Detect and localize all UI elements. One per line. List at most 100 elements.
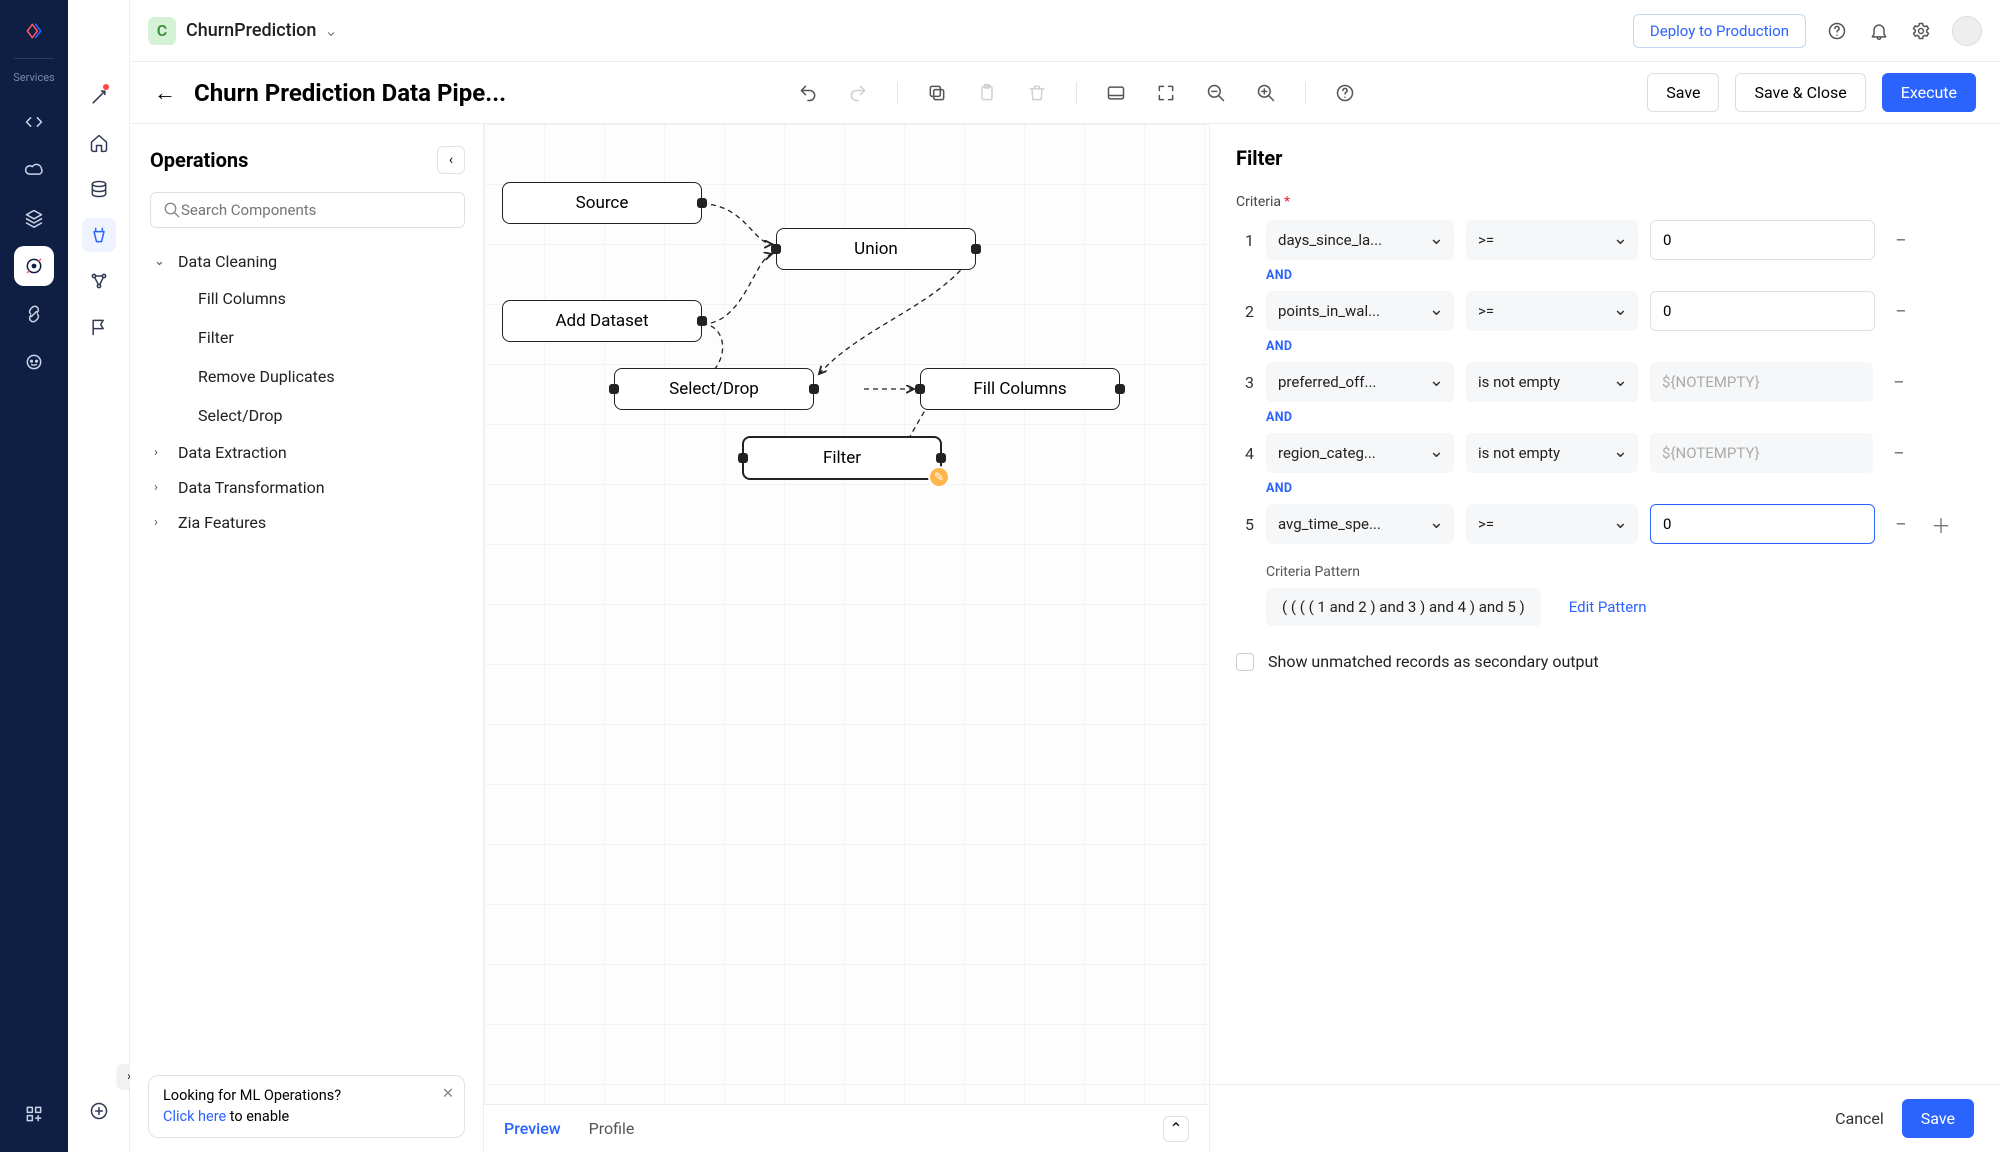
rail-layers-icon[interactable]	[14, 198, 54, 238]
module-home-icon[interactable]	[82, 126, 116, 160]
user-avatar[interactable]	[1952, 16, 1982, 46]
main: C ChurnPrediction ⌄ Deploy to Production…	[130, 0, 2000, 1152]
rail-code-icon[interactable]	[14, 102, 54, 142]
column-select[interactable]: preferred_off...	[1266, 362, 1454, 402]
tree-leaf-fill-columns[interactable]: Fill Columns	[150, 279, 465, 318]
rail-ai-icon[interactable]	[14, 246, 54, 286]
criteria-label: Criteria*	[1236, 194, 1974, 210]
deploy-button[interactable]: Deploy to Production	[1633, 14, 1806, 48]
node-union[interactable]: Union	[776, 228, 976, 270]
operations-title: Operations	[150, 148, 248, 172]
criteria-row-2: 2 points_in_wal... >= −	[1236, 291, 1974, 331]
node-select-drop[interactable]: Select/Drop	[614, 368, 814, 410]
rail-bot-icon[interactable]	[14, 342, 54, 382]
undo-icon[interactable]	[795, 80, 821, 106]
services-label: Services	[13, 71, 54, 84]
filter-save-button[interactable]: Save	[1902, 1099, 1974, 1138]
paste-icon[interactable]	[974, 80, 1000, 106]
value-input[interactable]	[1650, 504, 1875, 544]
remove-row-button[interactable]: −	[1885, 439, 1913, 467]
remove-row-button[interactable]: −	[1887, 510, 1915, 538]
module-add-button[interactable]	[82, 1094, 116, 1128]
execute-button[interactable]: Execute	[1882, 73, 1976, 112]
project-name[interactable]: ChurnPrediction	[186, 20, 316, 41]
module-graph-icon[interactable]	[82, 264, 116, 298]
tree-leaf-select-drop[interactable]: Select/Drop	[150, 396, 465, 435]
remove-row-button[interactable]: −	[1887, 226, 1915, 254]
chevron-right-icon: ›	[154, 480, 168, 495]
and-label: AND	[1266, 268, 1974, 283]
bell-icon[interactable]	[1868, 20, 1890, 42]
tab-preview[interactable]: Preview	[504, 1119, 561, 1138]
column-select[interactable]: points_in_wal...	[1266, 291, 1454, 331]
cancel-button[interactable]: Cancel	[1835, 1109, 1884, 1128]
toolbar-help-icon[interactable]	[1332, 80, 1358, 106]
module-database-icon[interactable]	[82, 172, 116, 206]
column-select[interactable]: days_since_la...	[1266, 220, 1454, 260]
operations-panel: Operations ‹ ⌄Data Cleaning Fill Columns…	[130, 124, 484, 1152]
component-search[interactable]	[150, 192, 465, 228]
value-input[interactable]	[1650, 220, 1875, 260]
criteria-row-3: 3 preferred_off... is not empty −	[1236, 362, 1974, 402]
tree-group-data-extraction[interactable]: ›Data Extraction	[150, 435, 465, 470]
remove-row-button[interactable]: −	[1885, 368, 1913, 396]
help-icon[interactable]	[1826, 20, 1848, 42]
checkbox-icon	[1236, 653, 1254, 671]
edit-pattern-link[interactable]: Edit Pattern	[1569, 598, 1647, 616]
criteria-row-5: 5 avg_time_spe... >= − ＋	[1236, 504, 1974, 544]
back-button[interactable]: ←	[154, 80, 176, 106]
tree-group-zia-features[interactable]: ›Zia Features	[150, 505, 465, 540]
rail-link-icon[interactable]	[14, 294, 54, 334]
tree-leaf-filter[interactable]: Filter	[150, 318, 465, 357]
node-source[interactable]: Source	[502, 182, 702, 224]
redo-icon[interactable]	[845, 80, 871, 106]
copy-icon[interactable]	[924, 80, 950, 106]
show-unmatched-checkbox[interactable]: Show unmatched records as secondary outp…	[1236, 652, 1974, 671]
fit-screen-icon[interactable]	[1103, 80, 1129, 106]
operator-select[interactable]: >=	[1466, 220, 1638, 260]
save-close-button[interactable]: Save & Close	[1735, 73, 1865, 112]
remove-row-button[interactable]: −	[1887, 297, 1915, 325]
save-button[interactable]: Save	[1647, 73, 1719, 112]
value-input[interactable]	[1650, 291, 1875, 331]
add-row-button[interactable]: ＋	[1927, 510, 1955, 538]
module-flag-icon[interactable]	[82, 310, 116, 344]
zoom-out-icon[interactable]	[1203, 80, 1229, 106]
node-add-dataset[interactable]: Add Dataset	[502, 300, 702, 342]
settings-icon[interactable]	[1910, 20, 1932, 42]
zoom-in-icon[interactable]	[1253, 80, 1279, 106]
criteria-row-4: 4 region_categ... is not empty −	[1236, 433, 1974, 473]
search-icon	[163, 201, 181, 219]
operator-select[interactable]: is not empty	[1466, 362, 1638, 402]
pattern-value: ( ( ( ( 1 and 2 ) and 3 ) and 4 ) and 5 …	[1266, 588, 1541, 626]
module-pipeline-icon[interactable]	[82, 218, 116, 252]
module-wand-icon[interactable]	[82, 80, 116, 114]
app-logo	[19, 16, 49, 46]
operator-select[interactable]: >=	[1466, 504, 1638, 544]
enable-ml-link[interactable]: Click here	[163, 1108, 226, 1125]
tree-group-data-cleaning[interactable]: ⌄Data Cleaning	[150, 244, 465, 279]
delete-icon[interactable]	[1024, 80, 1050, 106]
column-select[interactable]: region_categ...	[1266, 433, 1454, 473]
pipeline-canvas[interactable]: Source Add Dataset Union Select/Drop Fil…	[484, 124, 1210, 1152]
tree-group-data-transformation[interactable]: ›Data Transformation	[150, 470, 465, 505]
operator-select[interactable]: >=	[1466, 291, 1638, 331]
fullscreen-icon[interactable]	[1153, 80, 1179, 106]
rail-apps-icon[interactable]	[14, 1094, 54, 1134]
close-icon[interactable]: ✕	[442, 1084, 454, 1104]
value-readonly	[1650, 362, 1873, 402]
value-readonly	[1650, 433, 1873, 473]
warning-icon: ✎	[928, 466, 950, 488]
search-input[interactable]	[181, 201, 452, 219]
node-filter[interactable]: Filter ✎	[742, 436, 942, 480]
column-select[interactable]: avg_time_spe...	[1266, 504, 1454, 544]
rail-cloud-icon[interactable]	[14, 150, 54, 190]
expand-footer-button[interactable]: ⌃	[1163, 1116, 1189, 1142]
operator-select[interactable]: is not empty	[1466, 433, 1638, 473]
editor-toolbar: ← Churn Prediction Data Pipe... Save Sav…	[130, 62, 2000, 124]
collapse-panel-button[interactable]: ‹	[437, 146, 465, 174]
project-caret-icon[interactable]: ⌄	[324, 21, 337, 40]
node-fill-columns[interactable]: Fill Columns	[920, 368, 1120, 410]
tree-leaf-remove-duplicates[interactable]: Remove Duplicates	[150, 357, 465, 396]
tab-profile[interactable]: Profile	[589, 1119, 635, 1138]
